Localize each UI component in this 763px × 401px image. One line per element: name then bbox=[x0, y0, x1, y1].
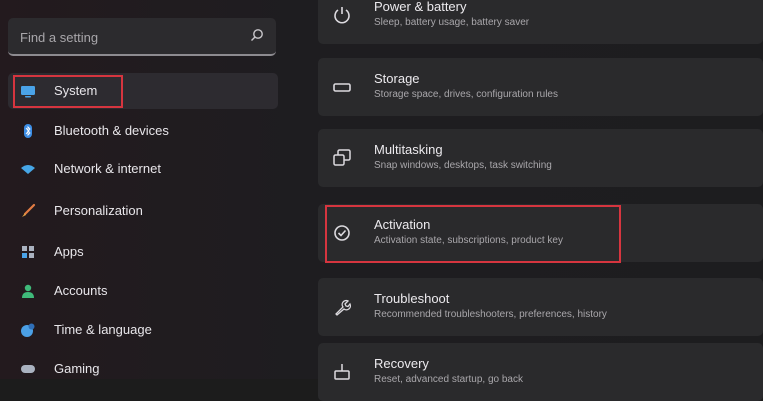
sidebar-item-personalization[interactable]: Personalization bbox=[8, 193, 278, 229]
setting-card-troubleshoot[interactable]: Troubleshoot Recommended troubleshooters… bbox=[318, 278, 763, 336]
setting-card-multitasking[interactable]: Multitasking Snap windows, desktops, tas… bbox=[318, 129, 763, 187]
sidebar-item-label: Personalization bbox=[54, 203, 143, 218]
search-icon[interactable] bbox=[250, 28, 264, 42]
card-title: Storage bbox=[374, 71, 420, 86]
sidebar-item-label: Accounts bbox=[54, 283, 108, 298]
brush-icon bbox=[22, 203, 36, 217]
sidebar-item-time-language[interactable]: Time & language bbox=[8, 312, 278, 348]
navigation-pane: System Bluetooth & devices Network & int… bbox=[0, 0, 290, 379]
sidebar-item-accounts[interactable]: Accounts bbox=[8, 273, 278, 309]
sidebar-item-system[interactable]: System bbox=[8, 73, 278, 109]
wifi-icon bbox=[21, 165, 35, 174]
sidebar-item-label: Apps bbox=[54, 244, 84, 259]
card-title: Activation bbox=[374, 217, 431, 232]
gamepad-icon bbox=[21, 365, 35, 373]
sidebar-item-bluetooth-devices[interactable]: Bluetooth & devices bbox=[8, 113, 278, 149]
globe-clock-icon bbox=[21, 323, 35, 337]
wrench-icon bbox=[335, 299, 352, 316]
monitor-icon bbox=[21, 86, 35, 98]
sidebar-item-network-internet[interactable]: Network & internet bbox=[8, 151, 278, 187]
sidebar-item-label: Bluetooth & devices bbox=[54, 123, 169, 138]
search-input[interactable] bbox=[18, 26, 242, 48]
multitasking-icon bbox=[333, 149, 351, 166]
card-description: Activation state, subscriptions, product… bbox=[374, 235, 563, 246]
apps-icon bbox=[22, 246, 34, 258]
setting-card-power-battery[interactable]: Power & battery Sleep, battery usage, ba… bbox=[318, 0, 763, 44]
sidebar-item-label: Network & internet bbox=[54, 161, 161, 176]
card-description: Recommended troubleshooters, preferences… bbox=[374, 309, 607, 320]
card-title: Troubleshoot bbox=[374, 291, 450, 306]
settings-window: System Bluetooth & devices Network & int… bbox=[0, 0, 763, 401]
card-description: Storage space, drives, configuration rul… bbox=[374, 89, 558, 100]
sidebar-item-label: System bbox=[54, 83, 98, 98]
storage-drive-icon bbox=[333, 83, 351, 92]
card-title: Multitasking bbox=[374, 142, 443, 157]
setting-card-storage[interactable]: Storage Storage space, drives, configura… bbox=[318, 58, 763, 116]
card-description: Sleep, battery usage, battery saver bbox=[374, 17, 530, 28]
person-icon bbox=[22, 284, 34, 298]
setting-card-activation[interactable]: Activation Activation state, subscriptio… bbox=[318, 204, 763, 262]
search-box[interactable] bbox=[8, 18, 276, 56]
bluetooth-icon bbox=[24, 124, 32, 138]
sidebar-item-label: Time & language bbox=[54, 322, 152, 337]
power-icon bbox=[334, 7, 350, 24]
setting-card-recovery[interactable]: Recovery Reset, advanced startup, go bac… bbox=[318, 343, 763, 401]
card-title: Recovery bbox=[374, 356, 429, 371]
card-description: Snap windows, desktops, task switching bbox=[374, 160, 552, 171]
sidebar-item-apps[interactable]: Apps bbox=[8, 234, 278, 270]
sidebar-item-gaming[interactable]: Gaming bbox=[8, 351, 278, 387]
card-description: Reset, advanced startup, go back bbox=[374, 374, 523, 385]
recovery-icon bbox=[334, 364, 350, 380]
check-circle-icon bbox=[334, 225, 350, 241]
card-title: Power & battery bbox=[374, 0, 467, 14]
sidebar-item-label: Gaming bbox=[54, 361, 100, 376]
settings-content-pane: Power & battery Sleep, battery usage, ba… bbox=[318, 0, 763, 401]
